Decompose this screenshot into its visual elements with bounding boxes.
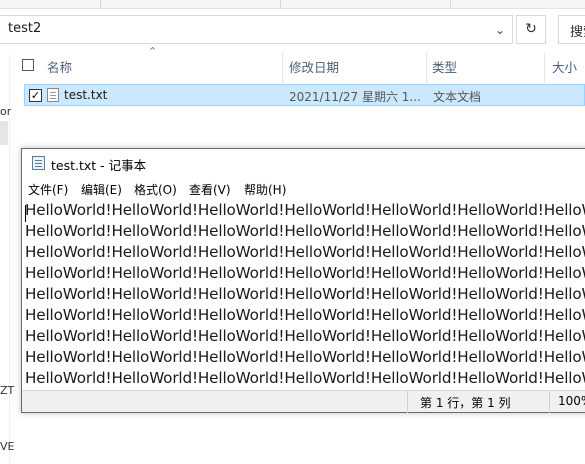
cursor-position: 第 1 行，第 1 列	[420, 396, 511, 410]
column-divider[interactable]	[282, 53, 283, 83]
refresh-button[interactable]: ↻	[516, 15, 546, 44]
address-bar[interactable]: test2 ⌄	[0, 15, 513, 44]
file-row[interactable]: ✓ test.txt 2021/11/27 星期六 1... 文本文档	[24, 84, 585, 106]
ribbon-strip	[0, 0, 585, 9]
ribbon-separator	[100, 0, 101, 8]
nav-item-fragment[interactable]: or	[0, 105, 11, 118]
notepad-window: test.txt - 记事本 文件(F) 编辑(E) 格式(O) 查看(V) 帮…	[21, 148, 585, 413]
file-type: 文本文档	[433, 90, 482, 104]
chevron-down-icon[interactable]: ⌄	[490, 20, 510, 40]
column-divider[interactable]	[544, 53, 545, 83]
refresh-icon: ↻	[525, 21, 537, 37]
text-line: HelloWorld!HelloWorld!HelloWorld!HelloWo…	[25, 222, 585, 240]
sort-up-icon: ⌃	[148, 45, 158, 58]
menu-file[interactable]: 文件(F)	[28, 181, 68, 198]
nav-item-fragment[interactable]: ZT	[0, 384, 14, 397]
row-checkbox[interactable]: ✓	[29, 89, 42, 102]
text-line: HelloWorld!HelloWorld!HelloWorld!HelloWo…	[25, 243, 585, 261]
text-line: HelloWorld!HelloWorld!HelloWorld!HelloWo…	[25, 369, 585, 387]
search-placeholder: 搜索	[570, 25, 585, 40]
column-type[interactable]: 类型	[432, 57, 457, 76]
menu-bar: 文件(F) 编辑(E) 格式(O) 查看(V) 帮助(H)	[22, 179, 585, 199]
notepad-icon	[32, 156, 45, 170]
menu-view[interactable]: 查看(V)	[189, 181, 231, 198]
column-header: ⌃ 名称 修改日期 类型 大小	[14, 45, 585, 83]
column-size[interactable]: 大小	[552, 57, 577, 76]
status-divider	[407, 391, 408, 413]
column-modified[interactable]: 修改日期	[289, 57, 339, 76]
search-input[interactable]: 搜索	[558, 15, 585, 44]
ribbon-separator	[450, 0, 451, 8]
select-all-checkbox[interactable]	[22, 59, 34, 71]
text-line: HelloWorld!HelloWorld!HelloWorld!HelloWo…	[25, 264, 585, 282]
text-line: HelloWorld!HelloWorld!HelloWorld!HelloWo…	[25, 327, 585, 345]
column-divider[interactable]	[426, 53, 427, 83]
text-line: HelloWorld!HelloWorld!HelloWorld!HelloWo…	[25, 348, 585, 366]
file-name: test.txt	[64, 88, 108, 102]
ribbon-separator	[280, 0, 281, 8]
notepad-title-bar[interactable]: test.txt - 记事本	[22, 149, 585, 176]
menu-edit[interactable]: 编辑(E)	[81, 181, 122, 198]
navigation-pane: or	[0, 55, 11, 464]
file-modified: 2021/11/27 星期六 1...	[289, 90, 421, 104]
column-name[interactable]: 名称	[47, 57, 72, 76]
menu-help[interactable]: 帮助(H)	[244, 181, 286, 198]
status-divider	[549, 391, 550, 413]
address-path: test2	[8, 21, 42, 36]
text-line: HelloWorld!HelloWorld!HelloWorld!HelloWo…	[25, 201, 585, 219]
text-editor[interactable]: HelloWorld!HelloWorld!HelloWorld!HelloWo…	[22, 200, 585, 390]
text-file-icon	[47, 88, 59, 102]
nav-item-fragment[interactable]: VE	[0, 440, 14, 453]
window-title: test.txt - 记事本	[51, 158, 147, 173]
status-bar: 第 1 行，第 1 列 100%	[22, 390, 585, 413]
zoom-level: 100%	[558, 394, 585, 408]
text-line: HelloWorld!HelloWorld!HelloWorld!HelloWo…	[25, 306, 585, 324]
menu-format[interactable]: 格式(O)	[134, 181, 177, 198]
text-line: HelloWorld!HelloWorld!HelloWorld!HelloWo…	[25, 285, 585, 303]
nav-selected-item[interactable]	[0, 121, 8, 145]
